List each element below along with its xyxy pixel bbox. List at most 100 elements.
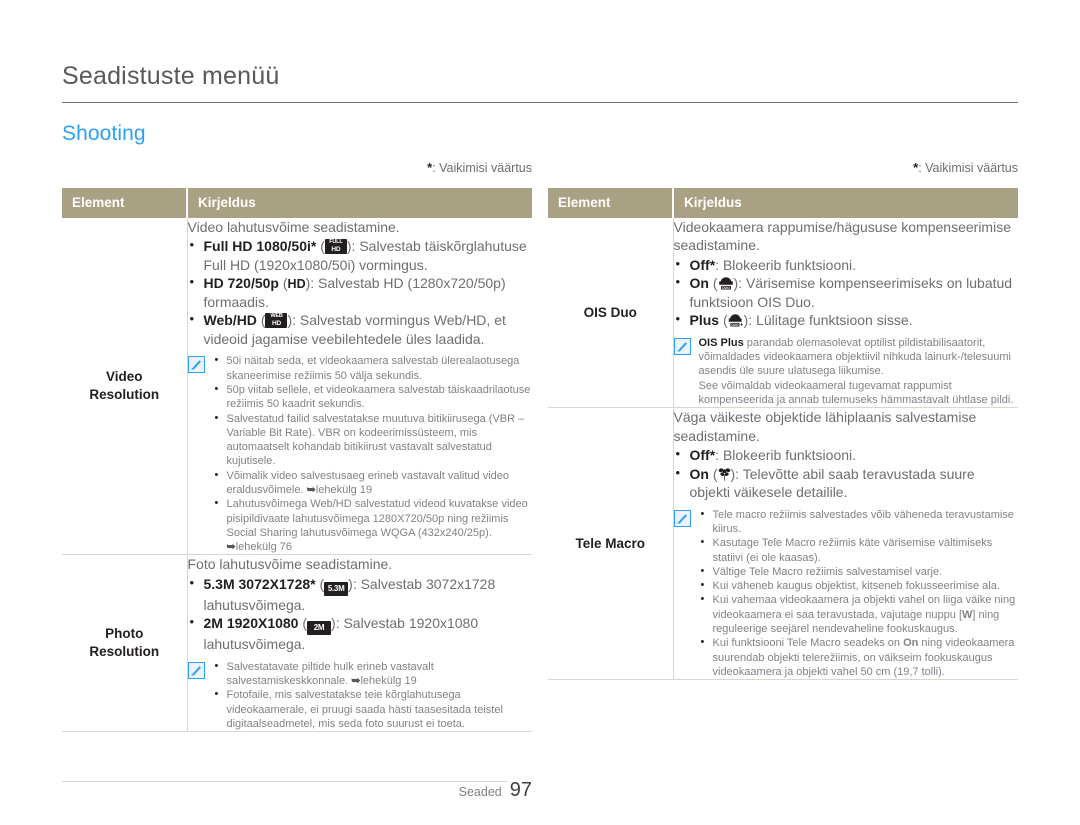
note-box: Salvestatavate piltide hulk erineb vasta… (187, 659, 533, 731)
web-hd-badge-icon: WEB HD (265, 313, 288, 329)
svg-text:DUO: DUO (731, 323, 739, 327)
svg-text:+: + (739, 323, 743, 328)
list-item: Plus ( DUO+ ): Lülitage funktsioon sisse… (674, 310, 1019, 329)
list-item: Web/HD (WEBHD): Salvestab vormingus Web/… (188, 310, 533, 348)
option-label: 5.3M 3072X1728* (203, 575, 316, 592)
chapter-title: Seadistuste menüü (62, 62, 280, 90)
list-item: Fotofaile, mis salvestatakse teie kõrgla… (213, 687, 533, 731)
column-header-description: Kirjeldus (187, 188, 532, 218)
default-value-note-text: : Vaikimisi väärtus (918, 161, 1018, 175)
table-header-row: Element Kirjeldus (548, 188, 1018, 218)
table-row: Photo Resolution Foto lahutusvõime seadi… (62, 554, 533, 733)
row-description-ois-duo: Videokaamera rappumise/hägususe kompense… (673, 218, 1019, 409)
list-item: Lahutusvõimega Web/HD salvestatud videod… (213, 496, 533, 554)
column-header-element: Element (548, 188, 674, 218)
list-item: Full HD 1080/50i* (FULLHD): Salvestab tä… (188, 236, 533, 274)
list-item: See võimaldab videokaameral tugevamat ra… (698, 379, 1014, 406)
table-row: Video Resolution Video lahutusvõime sead… (62, 218, 533, 556)
column-header-description: Kirjeldus (673, 188, 1018, 218)
note-pencil-icon (187, 661, 205, 679)
option-text: ): Lülitage funktsioon sisse. (743, 312, 913, 329)
option-label: On (689, 465, 709, 482)
page-number: 97 (507, 779, 532, 801)
note-box: OIS Plus parandab olemasolevat optilist … (673, 336, 1019, 407)
note-bold-term: OIS Plus (698, 336, 744, 349)
document-page: Seadistuste menüü Shooting *: Vaikimisi … (0, 0, 1080, 825)
option-text: : Blokeerib funktsiooni. (715, 256, 857, 273)
element-label-line1: Video (105, 369, 143, 385)
default-value-note-text: : Vaikimisi väärtus (432, 161, 532, 175)
section-title: Shooting (62, 122, 146, 145)
note-box: 50i näitab seda, et videokaamera salvest… (187, 353, 533, 554)
note-list: Tele macro režiimis salvestades võib väh… (699, 507, 1019, 680)
note-list: Salvestatavate piltide hulk erineb vasta… (213, 659, 533, 731)
option-label: Full HD 1080/50i* (203, 238, 317, 255)
list-item: Kui väheneb kaugus objektist, kitseneb f… (699, 578, 1019, 593)
row-element-photo-resolution: Photo Resolution (62, 554, 188, 733)
note-pencil-icon (187, 356, 205, 374)
list-item: Kui vahemaa videokaamera ja objekti vahe… (699, 592, 1019, 636)
default-value-note-right: *: Vaikimisi väärtus (548, 160, 1018, 175)
option-list: Off*: Blokeerib funktsiooni. On ( ): Tel… (674, 445, 1019, 502)
spec-table-left: Element Kirjeldus Video Resolution Video… (62, 188, 533, 733)
ois-duo-icon: DUO (718, 276, 734, 291)
five-three-mp-badge-icon: 5.3M (324, 581, 349, 596)
table-header-row: Element Kirjeldus (62, 188, 532, 218)
option-text: ): Värisemise kompenseerimiseks on lubat… (689, 275, 1013, 310)
header-divider (62, 102, 1018, 103)
description-lead: Väga väikeste objektide lähiplaanis salv… (673, 409, 977, 444)
note-list: 50i näitab seda, et videokaamera salvest… (213, 353, 533, 554)
list-item: Salvestatavate piltide hulk erineb vasta… (213, 659, 533, 689)
option-label: 2M 1920X1080 (203, 615, 299, 632)
note-text: parandab olemasolevat optilist pildistab… (698, 336, 1011, 378)
tele-macro-flower-icon (718, 467, 731, 481)
list-item: Salvestatud failid salvestatakse muutuva… (213, 410, 533, 469)
note-pencil-icon (673, 337, 691, 355)
list-item: On ( ): Televõtte abil saab teravustada … (674, 464, 1019, 502)
row-element-video-resolution: Video Resolution (62, 218, 188, 556)
option-list: 5.3M 3072X1728* (5.3M): Salvestab 3072x1… (188, 574, 533, 654)
option-label: On (689, 275, 709, 292)
list-item: On ( DUO ): Värisemise kompenseerimiseks… (674, 273, 1019, 311)
spec-table-right: Element Kirjeldus OIS Duo Videokaamera r… (548, 188, 1019, 681)
option-text: : Blokeerib funktsiooni. (715, 447, 857, 464)
element-label-line1: Tele Macro (575, 535, 646, 551)
table-row: Tele Macro Väga väikeste objektide lähip… (548, 407, 1019, 681)
row-description-tele-macro: Väga väikeste objektide lähiplaanis salv… (673, 407, 1019, 681)
table-row: OIS Duo Videokaamera rappumise/hägususe … (548, 218, 1019, 409)
option-list: Off*: Blokeerib funktsiooni. On ( DUO ):… (674, 255, 1019, 330)
row-element-tele-macro: Tele Macro (548, 407, 674, 681)
description-lead: Videokaamera rappumise/hägususe kompense… (673, 219, 1011, 254)
description-lead: Foto lahutusvõime seadistamine. (187, 556, 393, 573)
list-item: 2M 1920X1080 (2M): Salvestab 1920x1080 l… (188, 613, 533, 653)
list-item: Kui funktsiooni Tele Macro seadeks on On… (699, 635, 1019, 679)
option-label: Off* (689, 256, 716, 273)
element-label-line1: OIS Duo (583, 304, 637, 320)
list-item: HD 720/50p (HD): Salvestab HD (1280x720/… (188, 273, 533, 311)
ois-duo-plus-icon: DUO + (728, 313, 744, 328)
description-lead: Video lahutusvõime seadistamine. (187, 219, 400, 235)
list-item: 50i näitab seda, et videokaamera salvest… (213, 353, 533, 383)
footer-divider (62, 781, 532, 782)
page-footer: Seaded 97 (62, 779, 532, 802)
default-value-note-left: *: Vaikimisi väärtus (62, 160, 532, 175)
row-description-video-resolution: Video lahutusvõime seadistamine. Full HD… (187, 218, 533, 556)
row-element-ois-duo: OIS Duo (548, 218, 674, 409)
option-label: Off* (689, 447, 716, 464)
option-text: ): Televõtte abil saab teravustada suure… (689, 465, 975, 501)
list-item: Off*: Blokeerib funktsiooni. (674, 255, 1019, 274)
element-label-line1: Photo (105, 626, 144, 642)
list-item: 50p viitab sellele, et videokaamera salv… (213, 382, 533, 412)
option-label: HD 720/50p (203, 275, 279, 292)
list-item: OIS Plus parandab olemasolevat optilist … (699, 336, 1019, 379)
svg-text:DUO: DUO (722, 286, 730, 290)
option-list: Full HD 1080/50i* (FULLHD): Salvestab tä… (188, 236, 533, 348)
list-item: 5.3M 3072X1728* (5.3M): Salvestab 3072x1… (188, 574, 533, 614)
list-item: Kasutage Tele Macro režiimis käte värise… (699, 535, 1019, 565)
row-description-photo-resolution: Foto lahutusvõime seadistamine. 5.3M 307… (187, 554, 533, 733)
note-list: OIS Plus parandab olemasolevat optilist … (699, 336, 1019, 407)
two-mp-badge-icon: 2M (307, 621, 332, 636)
option-label: Plus (689, 312, 720, 329)
footer-label: Seaded (450, 785, 508, 799)
note-pencil-icon (673, 509, 691, 527)
